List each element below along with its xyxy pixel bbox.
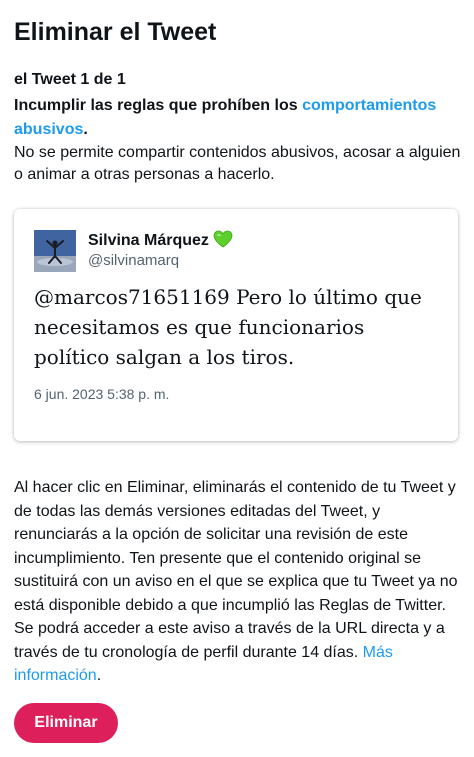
avatar-image [34, 230, 76, 272]
explanation-text: Al hacer clic en Eliminar, eliminarás el… [14, 479, 458, 661]
delete-button[interactable]: Eliminar [14, 703, 118, 743]
rule-heading: Incumplir las reglas que prohíben los co… [14, 94, 462, 142]
tweet-text: @marcos71651169 Pero lo último que neces… [34, 285, 422, 369]
rule-heading-end: . [83, 121, 88, 138]
tweet-date: 6 jun. 2023 5:38 p. m. [34, 386, 170, 402]
violated-rule: Incumplir las reglas que prohíben los co… [14, 94, 462, 186]
author-name-row: Silvina Márquez [88, 230, 233, 253]
tweet-card: Silvina Márquez @silvinamarq @marcos7165… [14, 209, 458, 441]
tweet-counter: el Tweet 1 de 1 [14, 71, 126, 88]
green-heart-icon [213, 230, 233, 253]
author-handle: @silvinamarq [88, 252, 180, 269]
rule-heading-text: Incumplir las reglas que prohíben los [14, 97, 303, 114]
rule-description: No se permite compartir contenidos abusi… [14, 144, 461, 183]
explanation-end: . [96, 667, 102, 684]
page-title: Eliminar el Tweet [14, 18, 217, 46]
avatar [34, 230, 76, 272]
delete-explanation: Al hacer clic en Eliminar, eliminarás el… [14, 476, 464, 688]
author-name: Silvina Márquez [88, 232, 209, 249]
